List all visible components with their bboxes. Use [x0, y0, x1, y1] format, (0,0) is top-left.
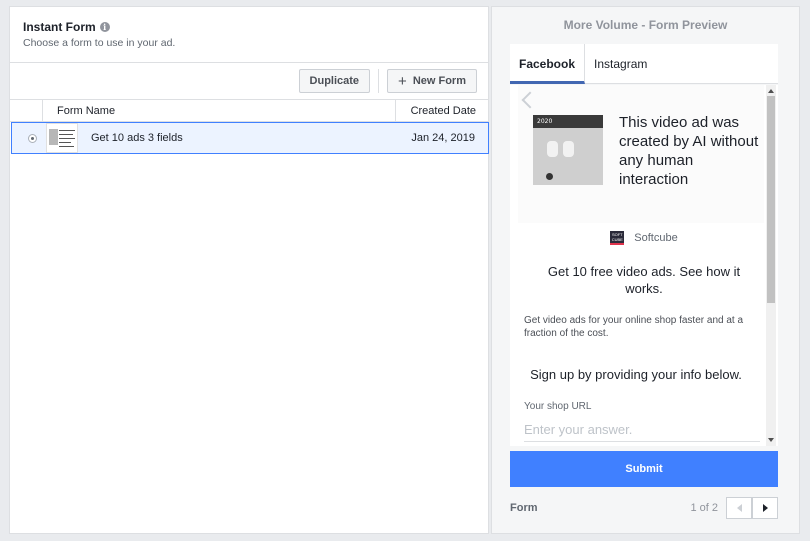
hero-card: 2020 This video ad was created by AI wit…: [518, 85, 764, 223]
shop-url-input[interactable]: [524, 418, 760, 442]
form-preview: 2020 This video ad was created by AI wit…: [510, 85, 778, 446]
instant-form-panel: Instant Form i Choose a form to use in y…: [9, 6, 489, 534]
shop-url-label: Your shop URL: [524, 401, 592, 412]
chevron-left-icon[interactable]: [521, 91, 539, 109]
panel-title: Instant Form i: [23, 20, 475, 34]
preview-title: More Volume - Form Preview: [563, 18, 728, 32]
new-form-label: New Form: [412, 75, 466, 87]
column-header-created-date[interactable]: Created Date: [395, 100, 488, 121]
plus-icon: +: [398, 72, 407, 90]
signup-prompt: Sign up by providing your info below.: [530, 367, 742, 382]
column-header-form-name[interactable]: Form Name: [43, 105, 395, 117]
form-description: Get video ads for your online shop faste…: [524, 315, 744, 339]
scrollbar-thumb[interactable]: [767, 96, 775, 303]
hero-text: This video ad was created by AI without …: [619, 114, 759, 188]
radio-selected-dot: [31, 136, 34, 140]
chevron-right-icon: [762, 504, 768, 512]
footer-label: Form: [510, 502, 538, 514]
info-icon[interactable]: i: [99, 22, 110, 32]
form-preview-panel: More Volume - Form Preview Facebook Inst…: [491, 6, 800, 534]
table-header: Form Name Created Date: [10, 100, 488, 122]
row-form-name: Get 10 ads 3 fields: [91, 132, 183, 144]
preview-tabs: Facebook Instagram: [510, 44, 778, 84]
duplicate-button[interactable]: Duplicate: [298, 69, 371, 93]
product-image: 2020: [533, 115, 603, 185]
form-toolbar: Duplicate + New Form: [10, 63, 488, 100]
form-thumbnail-icon: [46, 123, 78, 153]
page-indicator: 1 of 2: [690, 502, 718, 514]
tab-facebook[interactable]: Facebook: [510, 44, 586, 84]
tab-instagram[interactable]: Instagram: [585, 44, 656, 84]
next-page-button[interactable]: [752, 497, 778, 519]
previous-page-button[interactable]: [726, 497, 752, 519]
softcube-logo-icon: SOFT CUBE: [610, 231, 625, 245]
scroll-up-icon[interactable]: [768, 89, 774, 93]
image-band-text: 2020: [533, 115, 603, 128]
new-form-button[interactable]: + New Form: [387, 69, 477, 93]
panel-title-text: Instant Form: [23, 20, 96, 34]
apple-logo-icon: [546, 173, 553, 180]
form-headline: Get 10 free video ads. See how it works.: [547, 264, 741, 296]
column-header-select: [10, 100, 43, 121]
submit-button[interactable]: Submit: [510, 451, 778, 487]
toolbar-divider: [378, 69, 380, 93]
brand-row: SOFT CUBE Softcube: [510, 231, 778, 245]
row-created-date: Jan 24, 2019: [411, 132, 475, 144]
row-radio-button[interactable]: [28, 133, 37, 143]
chevron-left-icon: [736, 504, 742, 512]
brand-name: Softcube: [634, 232, 678, 244]
panel-header: Instant Form i Choose a form to use in y…: [10, 7, 488, 63]
preview-footer: Form 1 of 2: [510, 497, 778, 519]
table-row[interactable]: Get 10 ads 3 fields Jan 24, 2019: [11, 122, 489, 154]
scroll-down-icon[interactable]: [768, 438, 774, 442]
preview-scrollbar[interactable]: [766, 85, 776, 446]
panel-subtitle: Choose a form to use in your ad.: [23, 37, 176, 49]
